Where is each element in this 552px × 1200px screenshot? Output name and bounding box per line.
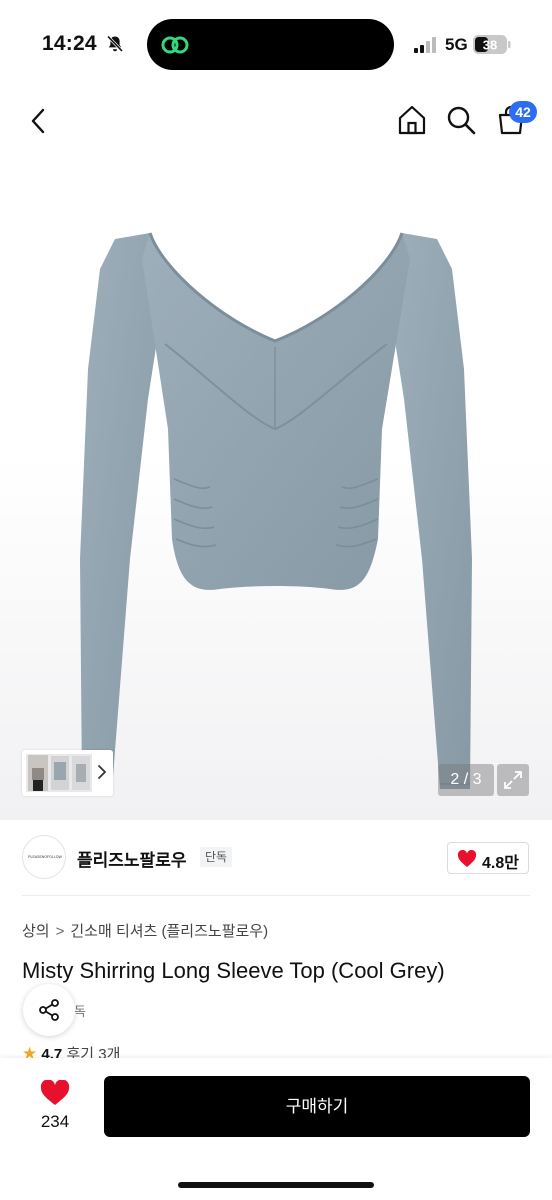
status-time: 14:24 — [42, 32, 97, 55]
cart-count-badge[interactable]: 42 — [509, 101, 537, 123]
home-icon[interactable] — [396, 104, 428, 136]
battery-level: 38 — [483, 38, 497, 53]
top-navigation — [0, 90, 552, 154]
home-indicator[interactable] — [178, 1182, 374, 1188]
thumbnail-strip[interactable] — [22, 750, 113, 796]
status-bar: 14:24 5G 38 — [0, 0, 552, 90]
wishlist-count: 234 — [40, 1112, 70, 1131]
bottom-action-bar: 234 구매하기 — [0, 1058, 552, 1200]
dynamic-island — [147, 19, 394, 70]
divider — [22, 895, 530, 896]
thumbnail-chevron-icon[interactable] — [96, 764, 108, 780]
image-counter: 2 / 3 — [438, 764, 494, 796]
expand-icon[interactable] — [497, 764, 529, 796]
breadcrumb-separator: > — [55, 923, 65, 940]
brand-logo[interactable]: PLEASENOFOLLOW — [22, 835, 66, 879]
back-chevron-icon[interactable] — [24, 106, 54, 136]
signal-icon — [414, 37, 436, 53]
brand-logo-text: PLEASENOFOLLOW — [28, 855, 62, 859]
brand-name[interactable]: 플리즈노팔로우 — [77, 846, 186, 871]
buy-button[interactable]: 구매하기 — [104, 1076, 530, 1137]
product-thumbnail[interactable] — [26, 754, 92, 792]
app-link-icon — [161, 36, 189, 54]
product-image-gallery[interactable]: 2 / 3 — [0, 154, 552, 820]
product-title: Misty Shirring Long Sleeve Top (Cool Gre… — [22, 958, 445, 983]
product-image — [80, 232, 472, 789]
breadcrumb-item-category[interactable]: 상의 — [22, 923, 50, 940]
brand-exclusive-tag: 단독 — [200, 847, 233, 867]
battery-icon: 38 — [473, 35, 511, 54]
heart-icon — [457, 850, 477, 867]
search-icon[interactable] — [445, 104, 477, 136]
brand-like-count: 4.8만 — [482, 855, 519, 872]
bell-slash-icon — [106, 35, 124, 53]
brand-like-button[interactable]: 4.8만 — [447, 842, 529, 874]
breadcrumb-item-subcategory[interactable]: 긴소매 티셔츠 (플리즈노팔로우) — [70, 923, 268, 940]
network-type: 5G — [445, 35, 468, 54]
breadcrumb: 상의 > 긴소매 티셔츠 (플리즈노팔로우) — [22, 920, 268, 941]
share-icon — [39, 999, 59, 1021]
wishlist-heart-icon[interactable] — [40, 1080, 70, 1106]
share-button[interactable] — [23, 984, 75, 1036]
brand-row: PLEASENOFOLLOW 플리즈노팔로우 단독 4.8만 — [0, 820, 552, 898]
